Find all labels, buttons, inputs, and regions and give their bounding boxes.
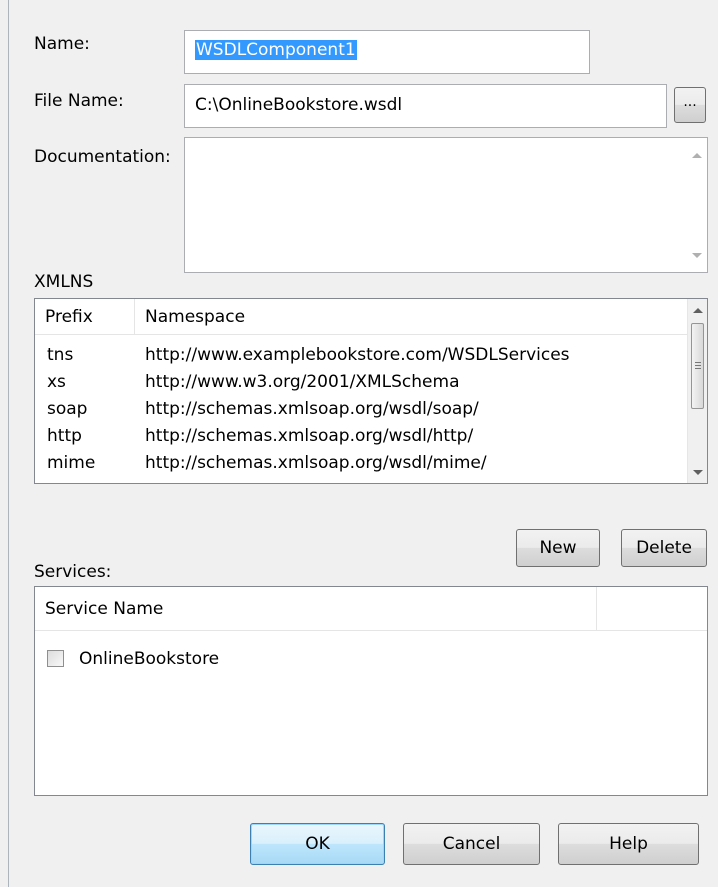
- namespace-cell: http://www.w3.org/2001/XMLSchema: [145, 371, 460, 392]
- prefix-cell: xs: [47, 371, 66, 392]
- scroll-up-icon[interactable]: [688, 301, 707, 319]
- help-button[interactable]: Help: [558, 823, 699, 865]
- service-name: OnlineBookstore: [79, 648, 220, 669]
- services-label: Services:: [34, 562, 112, 582]
- xmlns-header: Prefix Namespace: [35, 299, 689, 335]
- scroll-up-icon[interactable]: [687, 146, 707, 164]
- name-label: Name:: [34, 34, 90, 54]
- documentation-textarea[interactable]: [184, 137, 708, 273]
- column-namespace[interactable]: Namespace: [135, 299, 689, 334]
- service-checkbox[interactable]: [47, 650, 64, 667]
- cancel-button[interactable]: Cancel: [403, 823, 540, 865]
- namespace-cell: http://schemas.xmlsoap.org/wsdl/soap/: [145, 398, 479, 419]
- name-input[interactable]: WSDLComponent1: [184, 30, 590, 74]
- new-button[interactable]: New: [516, 529, 600, 567]
- xmlns-listview[interactable]: Prefix Namespace tns http://www.exampleb…: [34, 298, 708, 484]
- namespace-cell: http://schemas.xmlsoap.org/wsdl/mime/: [145, 452, 487, 473]
- prefix-cell: mime: [47, 452, 96, 473]
- prefix-cell: tns: [47, 344, 74, 365]
- column-service-name[interactable]: Service Name: [35, 587, 597, 630]
- column-empty: [597, 587, 707, 630]
- column-prefix[interactable]: Prefix: [35, 299, 135, 334]
- scroll-down-icon[interactable]: [687, 246, 707, 264]
- filename-input[interactable]: C:\OnlineBookstore.wsdl: [184, 84, 667, 128]
- prefix-cell: http: [47, 425, 82, 446]
- xmlns-label: XMLNS: [34, 272, 94, 292]
- name-value: WSDLComponent1: [195, 40, 357, 60]
- namespace-cell: http://schemas.xmlsoap.org/wsdl/http/: [145, 425, 474, 446]
- documentation-label: Documentation:: [34, 147, 171, 167]
- scroll-thumb[interactable]: [691, 323, 704, 409]
- services-listview[interactable]: Service Name OnlineBookstore: [34, 586, 708, 796]
- filename-label: File Name:: [34, 91, 124, 111]
- delete-button[interactable]: Delete: [621, 529, 707, 567]
- filename-value: C:\OnlineBookstore.wsdl: [195, 95, 403, 115]
- xmlns-scrollbar[interactable]: [687, 299, 707, 483]
- ok-button[interactable]: OK: [250, 823, 385, 865]
- documentation-scrollbar[interactable]: [687, 138, 707, 272]
- services-header: Service Name: [35, 587, 707, 631]
- scroll-down-icon[interactable]: [688, 463, 707, 481]
- browse-button[interactable]: ...: [674, 87, 706, 123]
- namespace-cell: http://www.examplebookstore.com/WSDLServ…: [145, 344, 570, 365]
- prefix-cell: soap: [47, 398, 88, 419]
